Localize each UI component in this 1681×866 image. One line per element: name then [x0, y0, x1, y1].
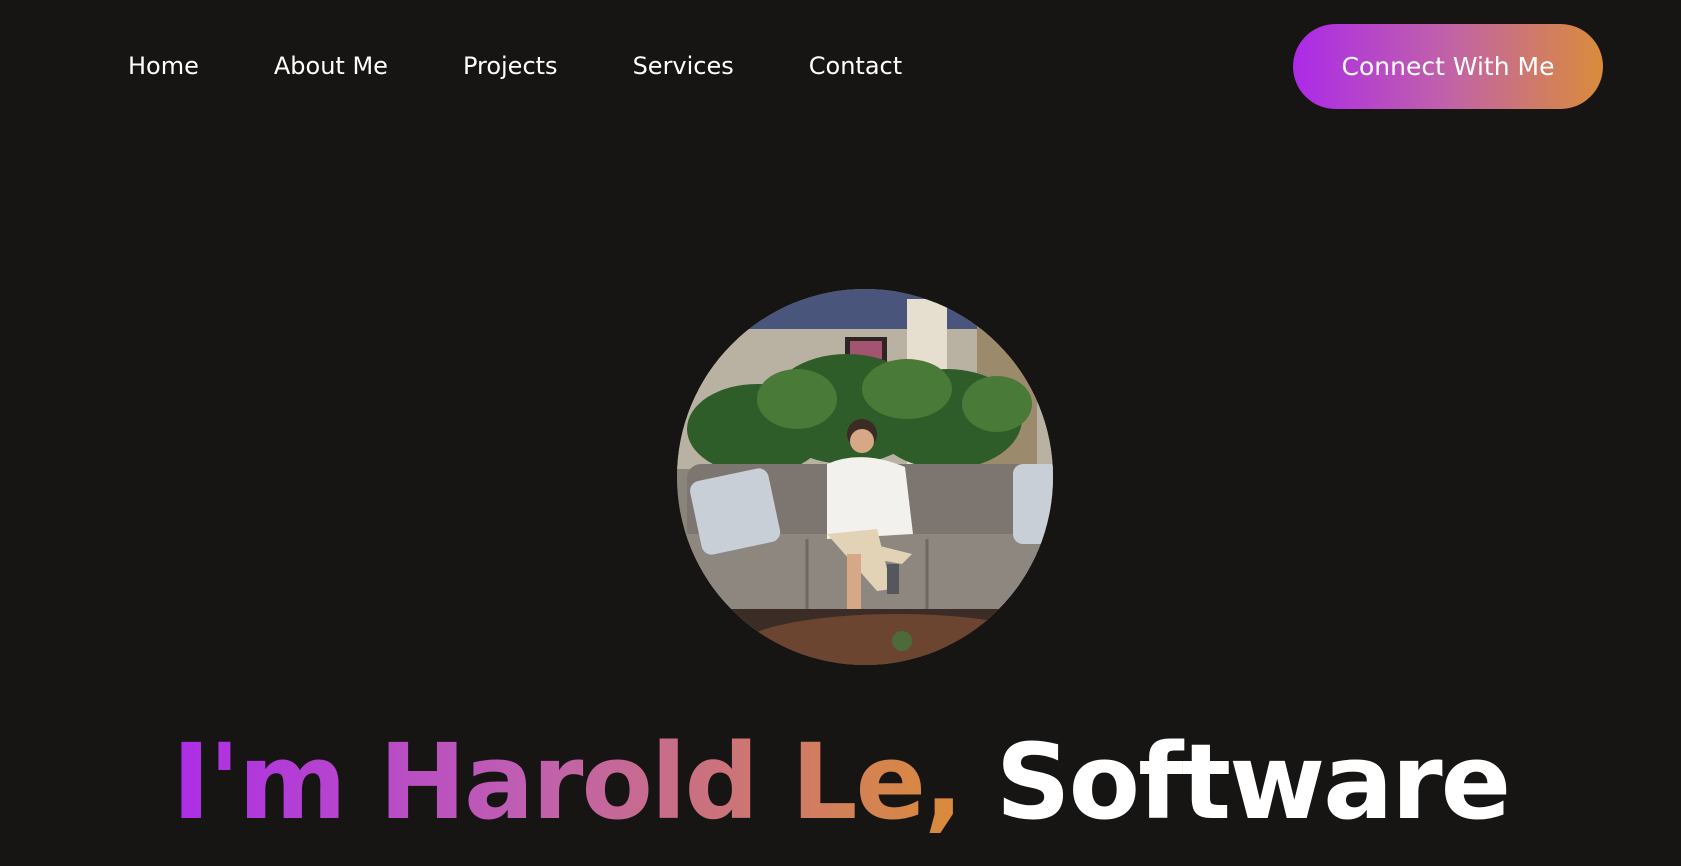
nav-links: Home About Me Projects Services Contact	[128, 46, 902, 86]
nav-link-about-me[interactable]: About Me	[274, 46, 388, 86]
profile-photo	[677, 289, 1053, 665]
profile-photo-illustration	[677, 289, 1053, 665]
hero-title-name: I'm Harold Le,	[171, 721, 964, 843]
nav-link-projects[interactable]: Projects	[463, 46, 558, 86]
nav-item-services: Services	[633, 46, 809, 86]
nav-link-services[interactable]: Services	[633, 46, 734, 86]
hero-title-role: Software	[995, 721, 1511, 843]
hero-title: I'm Harold Le, Software	[0, 717, 1681, 847]
nav-link-contact[interactable]: Contact	[809, 46, 902, 86]
nav-item-projects: Projects	[463, 46, 633, 86]
page: Home About Me Projects Services Contact …	[0, 0, 1681, 866]
nav-link-home[interactable]: Home	[128, 46, 199, 86]
top-navigation: Home About Me Projects Services Contact …	[0, 0, 1681, 134]
nav-item-contact: Contact	[809, 46, 902, 86]
nav-item-home: Home	[128, 46, 274, 86]
connect-with-me-button[interactable]: Connect With Me	[1293, 24, 1603, 109]
nav-item-about: About Me	[274, 46, 463, 86]
